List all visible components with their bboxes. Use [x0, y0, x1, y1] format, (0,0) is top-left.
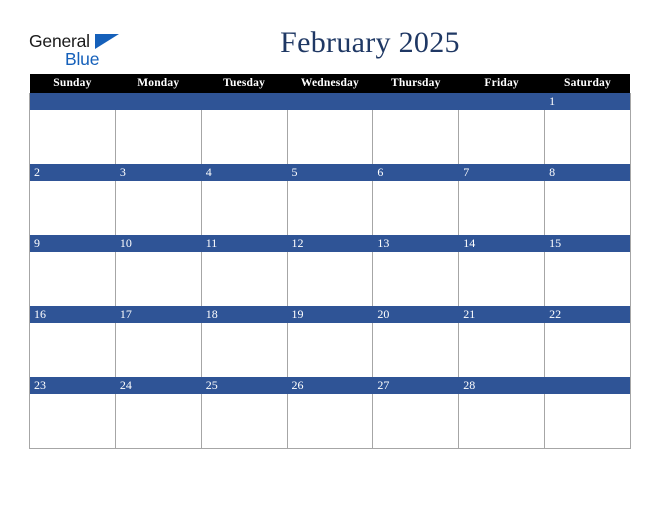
week-1-content-row — [29, 110, 631, 164]
date-number[interactable] — [544, 377, 631, 394]
date-number[interactable]: 10 — [114, 235, 202, 252]
logo-text-general: General — [29, 31, 90, 51]
weekday-header-row: Sunday Monday Tuesday Wednesday Thursday… — [29, 74, 631, 93]
week-4-date-row: 16 17 18 19 20 21 22 — [29, 306, 631, 323]
calendar-page: General Blue February 2025 Sunday Monday… — [0, 0, 660, 510]
day-cell[interactable] — [458, 181, 546, 235]
day-cell[interactable] — [114, 252, 202, 306]
day-cell[interactable] — [286, 323, 374, 377]
week-1-date-row: 1 — [29, 93, 631, 110]
day-cell[interactable] — [372, 323, 460, 377]
blue-triangle-icon — [95, 34, 119, 49]
day-cell[interactable] — [458, 323, 546, 377]
week-3-content-row — [29, 252, 631, 306]
date-number[interactable]: 27 — [372, 377, 460, 394]
day-cell[interactable] — [200, 323, 288, 377]
weekday-header-wednesday: Wednesday — [287, 74, 373, 93]
date-number[interactable]: 14 — [458, 235, 546, 252]
date-number[interactable]: 22 — [544, 306, 631, 323]
week-5-date-row: 23 24 25 26 27 28 — [29, 377, 631, 394]
date-number[interactable]: 26 — [286, 377, 374, 394]
week-4-content-row — [29, 323, 631, 377]
day-cell[interactable] — [29, 181, 116, 235]
date-number[interactable]: 19 — [286, 306, 374, 323]
day-cell[interactable] — [200, 181, 288, 235]
day-cell[interactable] — [200, 110, 288, 164]
day-cell[interactable] — [286, 110, 374, 164]
week-2-date-row: 2 3 4 5 6 7 8 — [29, 164, 631, 181]
day-cell[interactable] — [372, 181, 460, 235]
day-cell[interactable] — [372, 394, 460, 449]
day-cell[interactable] — [458, 394, 546, 449]
weekday-header-thursday: Thursday — [372, 74, 459, 93]
day-cell[interactable] — [372, 252, 460, 306]
date-number[interactable]: 12 — [286, 235, 374, 252]
weekday-header-monday: Monday — [115, 74, 202, 93]
week-5-content-row — [29, 394, 631, 449]
date-number[interactable] — [200, 93, 288, 110]
day-cell[interactable] — [200, 394, 288, 449]
date-number[interactable]: 17 — [114, 306, 202, 323]
day-cell[interactable] — [29, 394, 116, 449]
week-3-date-row: 9 10 11 12 13 14 15 — [29, 235, 631, 252]
date-number[interactable]: 7 — [458, 164, 546, 181]
day-cell[interactable] — [29, 110, 116, 164]
date-number[interactable]: 2 — [29, 164, 116, 181]
day-cell[interactable] — [29, 252, 116, 306]
day-cell[interactable] — [458, 252, 546, 306]
date-number[interactable]: 11 — [200, 235, 288, 252]
date-number[interactable]: 13 — [372, 235, 460, 252]
day-cell[interactable] — [544, 323, 631, 377]
day-cell[interactable] — [286, 394, 374, 449]
day-cell[interactable] — [200, 252, 288, 306]
date-number[interactable]: 16 — [29, 306, 116, 323]
date-number[interactable]: 23 — [29, 377, 116, 394]
logo-text-blue: Blue — [65, 49, 100, 69]
general-blue-logo[interactable]: General Blue — [29, 31, 139, 73]
date-number[interactable] — [114, 93, 202, 110]
week-2-content-row — [29, 181, 631, 235]
day-cell[interactable] — [544, 394, 631, 449]
weekday-header-sunday: Sunday — [29, 74, 116, 93]
date-number[interactable]: 4 — [200, 164, 288, 181]
date-number[interactable] — [458, 93, 546, 110]
day-cell[interactable] — [114, 323, 202, 377]
page-title: February 2025 — [280, 26, 460, 59]
date-number[interactable]: 25 — [200, 377, 288, 394]
day-cell[interactable] — [544, 181, 631, 235]
date-number[interactable]: 8 — [544, 164, 631, 181]
day-cell[interactable] — [29, 323, 116, 377]
date-number[interactable] — [372, 93, 460, 110]
day-cell[interactable] — [544, 252, 631, 306]
day-cell[interactable] — [114, 110, 202, 164]
date-number[interactable]: 18 — [200, 306, 288, 323]
day-cell[interactable] — [114, 394, 202, 449]
date-number[interactable] — [286, 93, 374, 110]
date-number[interactable]: 15 — [544, 235, 631, 252]
date-number[interactable]: 6 — [372, 164, 460, 181]
day-cell[interactable] — [286, 252, 374, 306]
day-cell[interactable] — [114, 181, 202, 235]
date-number[interactable]: 28 — [458, 377, 546, 394]
weekday-header-friday: Friday — [458, 74, 545, 93]
date-number[interactable]: 9 — [29, 235, 116, 252]
day-cell[interactable] — [544, 110, 631, 164]
date-number[interactable]: 21 — [458, 306, 546, 323]
date-number[interactable]: 20 — [372, 306, 460, 323]
date-number[interactable]: 1 — [544, 93, 631, 110]
calendar-grid: Sunday Monday Tuesday Wednesday Thursday… — [29, 74, 631, 449]
day-cell[interactable] — [372, 110, 460, 164]
weekday-header-tuesday: Tuesday — [201, 74, 288, 93]
date-number[interactable]: 5 — [286, 164, 374, 181]
date-number[interactable]: 3 — [114, 164, 202, 181]
date-number[interactable]: 24 — [114, 377, 202, 394]
day-cell[interactable] — [458, 110, 546, 164]
date-number[interactable] — [29, 93, 116, 110]
weekday-header-saturday: Saturday — [544, 74, 631, 93]
day-cell[interactable] — [286, 181, 374, 235]
